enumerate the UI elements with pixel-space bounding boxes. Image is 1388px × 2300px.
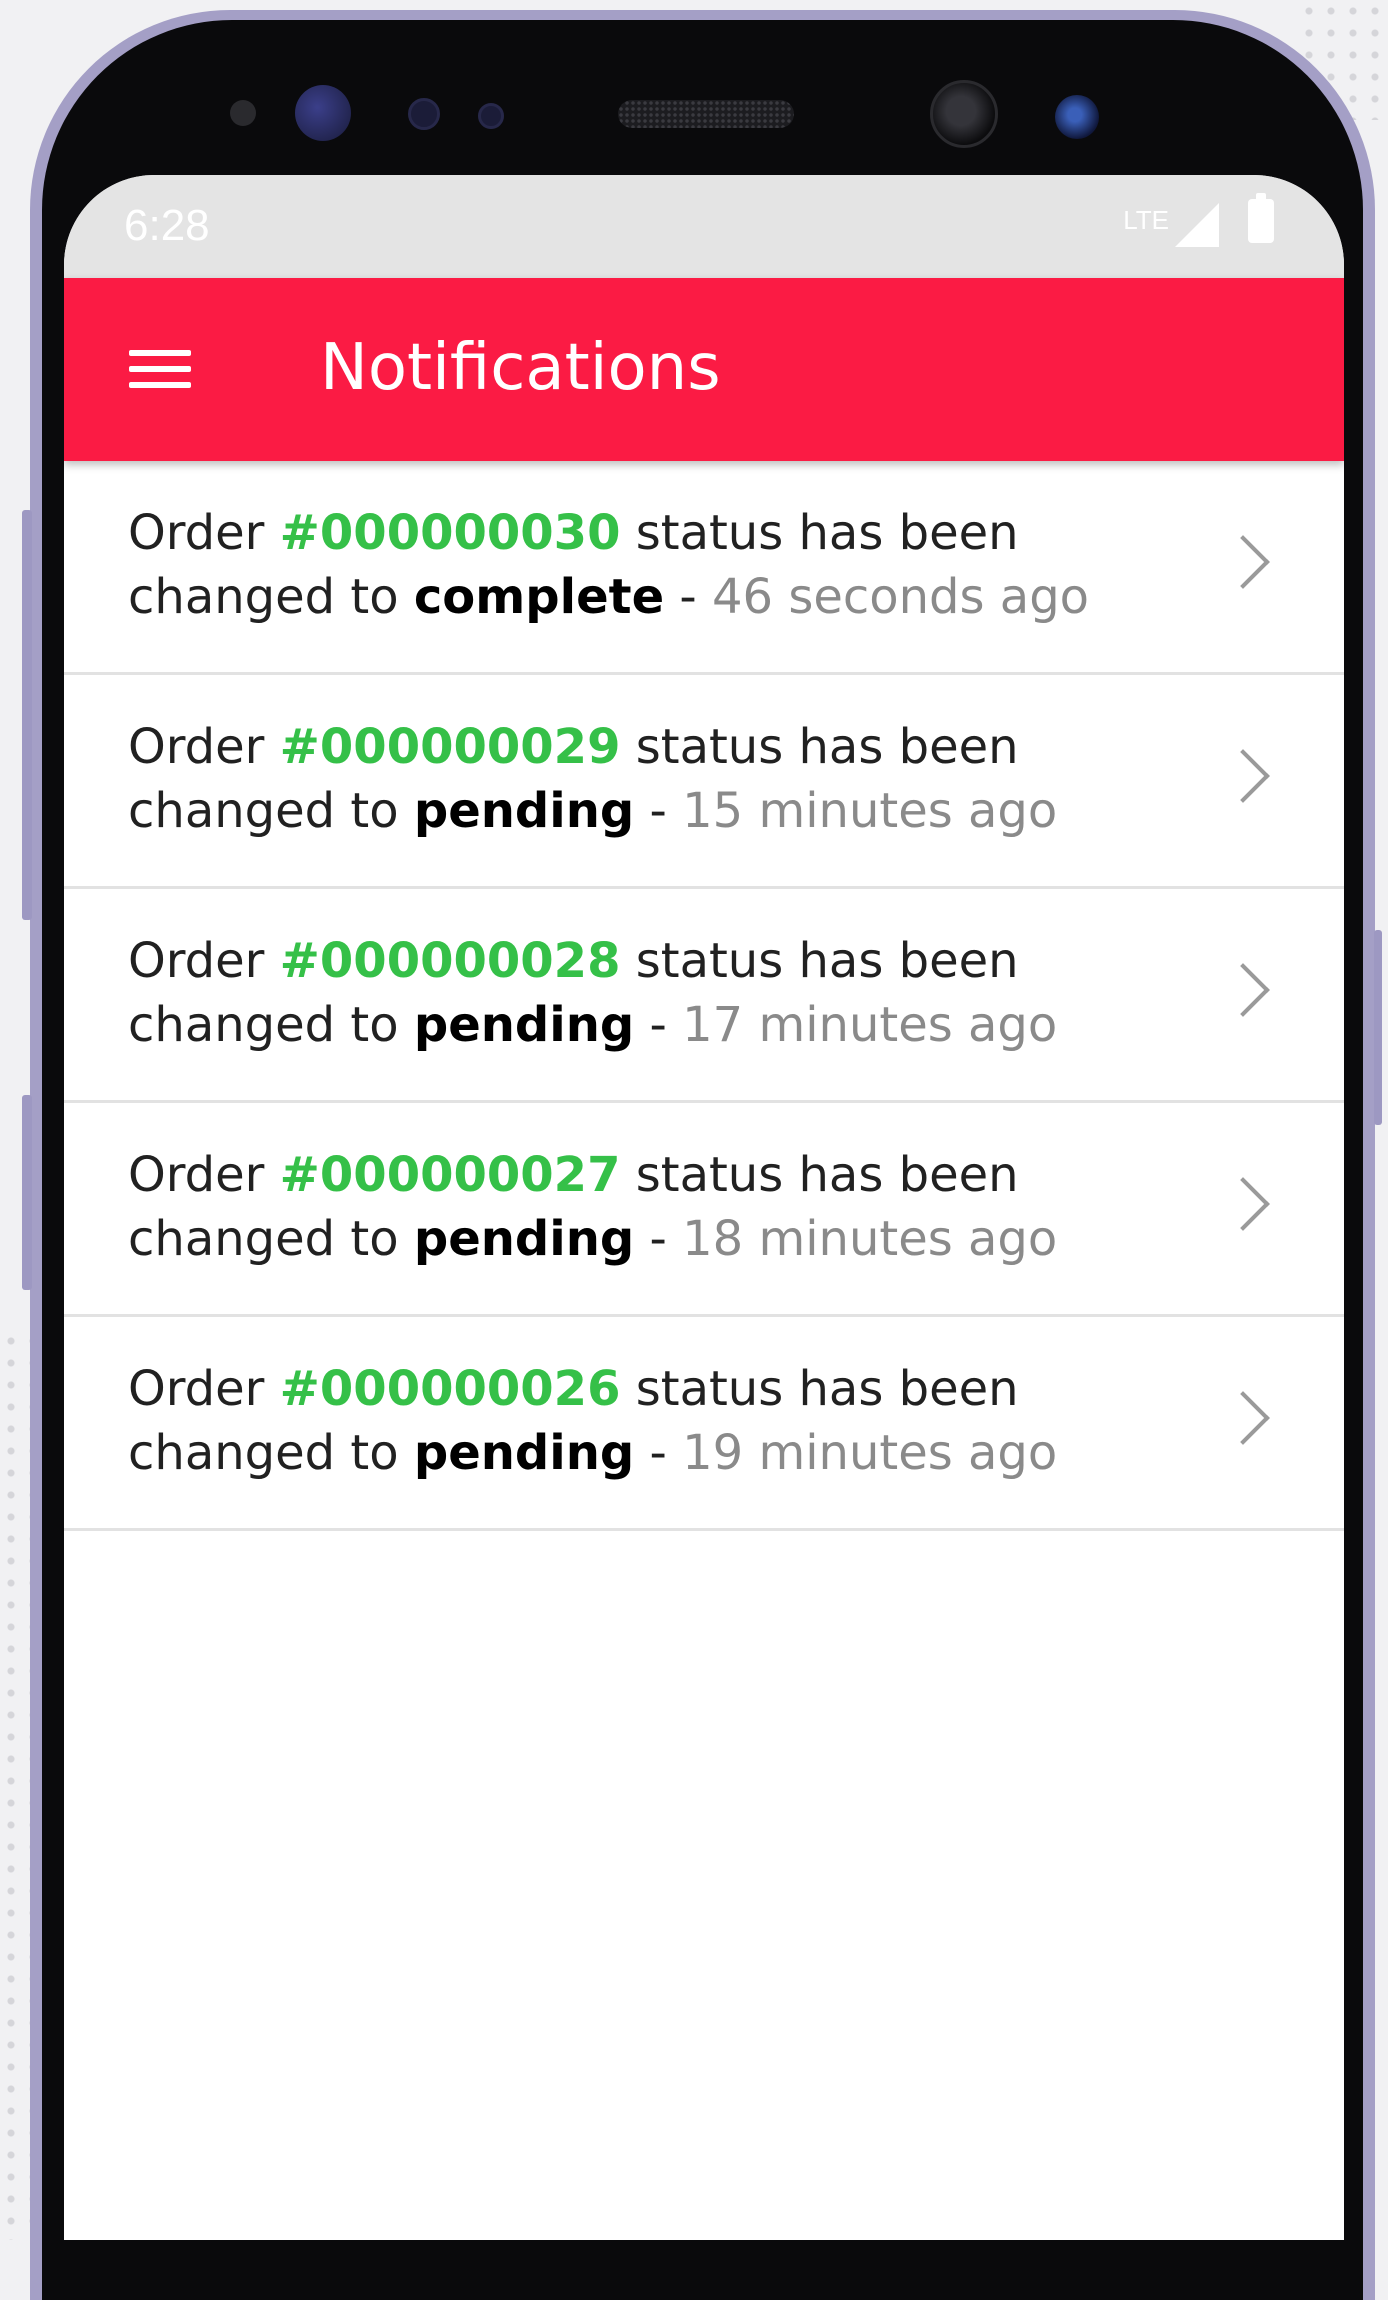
sensor-dot [478,103,504,129]
order-status: complete [413,569,665,625]
notification-time: 17 minutes ago [682,997,1058,1053]
network-type: LTE [1123,205,1169,235]
separator: - [634,1211,683,1267]
notification-text: Order #000000026 status has been changed… [128,1357,1128,1485]
notification-item[interactable]: Order #000000029 status has been changed… [64,675,1344,889]
page-title: Notifications [320,331,721,405]
notification-time: 19 minutes ago [682,1425,1058,1481]
notification-time: 46 seconds ago [711,569,1090,625]
chevron-right-icon[interactable] [1216,749,1270,803]
proximity-sensor [230,100,256,126]
notification-text: Order #000000029 status has been changed… [128,715,1128,843]
separator: - [634,783,683,839]
status-time: 6:28 [124,201,210,250]
order-id-link[interactable]: #000000027 [280,1147,621,1203]
sensor-dot [408,98,440,130]
app-bar: Notifications [64,278,1344,461]
order-status: pending [413,1425,635,1481]
status-bar: 6:28 LTE [64,175,1344,278]
notification-text: Order #000000030 status has been changed… [128,501,1128,629]
order-prefix: Order [128,1147,280,1203]
separator: - [634,997,683,1053]
order-status: pending [413,997,635,1053]
volume-button [22,510,32,920]
notification-text: Order #000000027 status has been changed… [128,1143,1128,1271]
separator: - [664,569,712,625]
earpiece-speaker [618,100,794,128]
notification-time: 15 minutes ago [682,783,1058,839]
order-prefix: Order [128,1361,280,1417]
power-button [1374,930,1382,1125]
order-prefix: Order [128,719,280,775]
hamburger-menu-icon[interactable] [124,336,196,402]
signal-icon [1175,203,1219,247]
notification-item[interactable]: Order #000000030 status has been changed… [64,461,1344,675]
notification-text: Order #000000028 status has been changed… [128,929,1128,1057]
bixby-button [22,1095,32,1290]
screen: 6:28 LTE Notifications Order #000000030 … [64,175,1344,2240]
separator: - [634,1425,683,1481]
order-status: pending [413,783,635,839]
notification-time: 18 minutes ago [682,1211,1058,1267]
order-id-link[interactable]: #000000029 [280,719,621,775]
order-prefix: Order [128,505,280,561]
order-id-link[interactable]: #000000026 [280,1361,621,1417]
notification-item[interactable]: Order #000000027 status has been changed… [64,1103,1344,1317]
battery-icon [1248,193,1274,243]
notification-item[interactable]: Order #000000026 status has been changed… [64,1317,1344,1531]
notification-item[interactable]: Order #000000028 status has been changed… [64,889,1344,1103]
order-id-link[interactable]: #000000028 [280,933,621,989]
chevron-right-icon[interactable] [1216,1391,1270,1445]
chevron-right-icon[interactable] [1216,535,1270,589]
notification-list: Order #000000030 status has been changed… [64,461,1344,1531]
front-camera [930,80,998,148]
order-status: pending [413,1211,635,1267]
iris-camera [1055,95,1099,139]
order-prefix: Order [128,933,280,989]
chevron-right-icon[interactable] [1216,1177,1270,1231]
iris-scanner [295,85,351,141]
order-id-link[interactable]: #000000030 [280,505,621,561]
chevron-right-icon[interactable] [1216,963,1270,1017]
